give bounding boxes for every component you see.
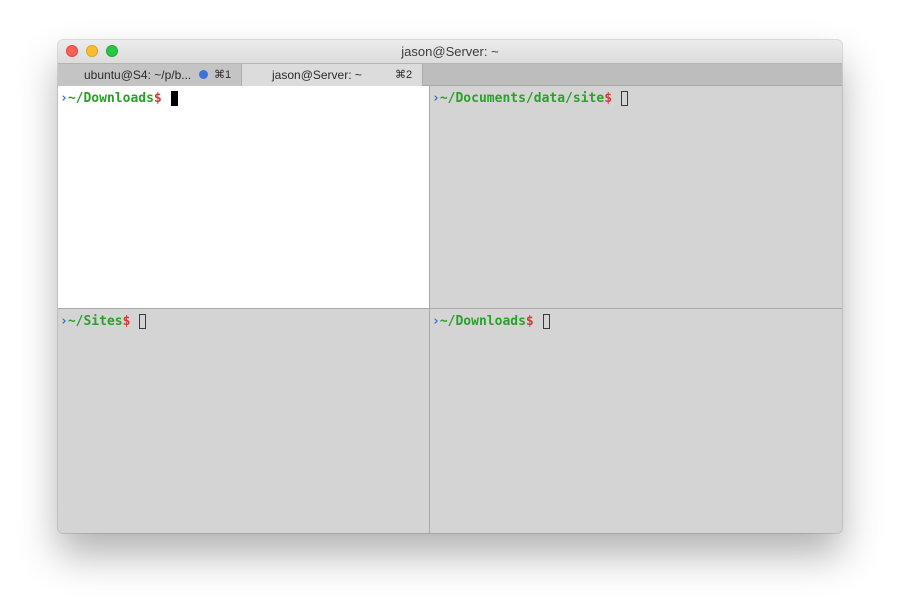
window-title: jason@Server: ~	[401, 44, 499, 59]
vertical-split-divider[interactable]	[429, 86, 430, 533]
text-cursor	[170, 91, 178, 106]
prompt-path: ~/Downloads	[439, 314, 526, 329]
prompt-chevron-icon: ›	[60, 91, 68, 106]
shell-prompt: ›~/Documents/data/site$	[432, 91, 629, 107]
shell-prompt: ›~/Downloads$	[60, 91, 178, 107]
prompt-chevron-icon: ›	[60, 314, 68, 329]
horizontal-split-divider[interactable]	[58, 308, 842, 309]
split-pane-bottom-right[interactable]: ›~/Downloads$	[430, 309, 842, 533]
split-pane-bottom-left[interactable]: ›~/Sites$	[58, 309, 429, 533]
split-pane-top-right[interactable]: ›~/Documents/data/site$	[430, 86, 842, 308]
prompt-chevron-icon: ›	[432, 91, 440, 106]
tab-label: ubuntu@S4: ~/p/b...	[84, 68, 192, 82]
shell-prompt: ›~/Downloads$	[432, 314, 550, 330]
terminal-window: jason@Server: ~ ubuntu@S4: ~/p/b... ⌘1 j…	[58, 40, 842, 533]
tab-shortcut: ⌘1	[214, 69, 232, 81]
prompt-path: ~/Downloads	[67, 91, 154, 106]
text-cursor	[139, 314, 147, 329]
text-cursor	[621, 91, 629, 106]
prompt-symbol: $	[525, 314, 534, 329]
tab-jason-server[interactable]: jason@Server: ~ ⌘2	[242, 64, 423, 86]
tab-shortcut: ⌘2	[395, 69, 413, 81]
prompt-chevron-icon: ›	[432, 314, 440, 329]
title-bar[interactable]: jason@Server: ~	[58, 40, 842, 63]
split-pane-top-left[interactable]: ›~/Downloads$	[58, 86, 429, 308]
tab-ubuntu-s4[interactable]: ubuntu@S4: ~/p/b... ⌘1	[58, 64, 242, 86]
shell-prompt: ›~/Sites$	[60, 314, 147, 330]
prompt-symbol: $	[122, 314, 131, 329]
prompt-symbol: $	[153, 91, 162, 106]
text-cursor	[542, 314, 550, 329]
prompt-path: ~/Documents/data/site	[439, 91, 605, 106]
tab-bar: ubuntu@S4: ~/p/b... ⌘1 jason@Server: ~ ⌘…	[58, 63, 842, 86]
activity-indicator-icon	[199, 70, 208, 79]
prompt-symbol: $	[604, 91, 613, 106]
tab-label: jason@Server: ~	[272, 68, 362, 82]
prompt-path: ~/Sites	[67, 314, 123, 329]
